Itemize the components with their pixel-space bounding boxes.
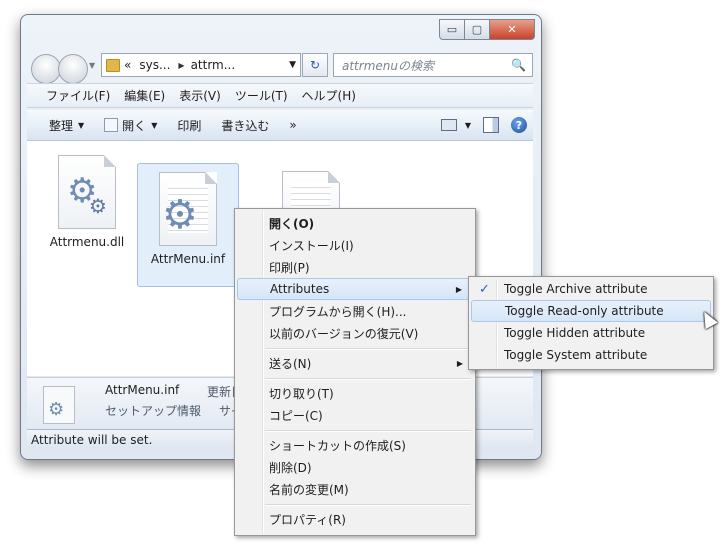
menu-tools[interactable]: ツール(T) bbox=[228, 87, 295, 104]
command-bar: 整理 ▼ 開く ▼ 印刷 書き込む » ▼ ? bbox=[27, 110, 533, 141]
menu-item-send-to[interactable]: 送る(N) ▶ bbox=[237, 352, 473, 374]
gear-icon: ⚙ bbox=[89, 194, 107, 218]
refresh-icon: ↻ bbox=[309, 58, 321, 72]
address-bar[interactable]: « sys... ▶ attrm... ▼ bbox=[101, 53, 301, 77]
help-icon[interactable]: ? bbox=[511, 117, 527, 133]
menu-item-delete[interactable]: 削除(D) bbox=[237, 456, 473, 478]
details-file-name: AttrMenu.inf bbox=[105, 383, 180, 397]
menu-item-attributes[interactable]: Attributes ▶ bbox=[237, 278, 473, 300]
file-name: AttrMenu.inf bbox=[150, 252, 226, 266]
details-file-type: セットアップ情報 bbox=[105, 404, 202, 418]
submenu-arrow-icon: ▶ bbox=[456, 358, 463, 368]
burn-label: 書き込む bbox=[221, 118, 270, 133]
chevron-down-icon: ▼ bbox=[151, 120, 158, 130]
menu-help[interactable]: ヘルプ(H) bbox=[295, 87, 363, 104]
more-label: » bbox=[289, 118, 297, 132]
chevron-down-icon: ▼ bbox=[78, 120, 85, 130]
views-icon[interactable] bbox=[440, 119, 457, 131]
file-name: Attrmenu.dll bbox=[49, 235, 125, 249]
open-label: 開く bbox=[122, 118, 147, 133]
details-file-icon: ⚙ bbox=[43, 386, 75, 424]
menu-item-cut[interactable]: 切り取り(T) bbox=[237, 382, 473, 404]
recent-pages-dropdown[interactable]: ▼ bbox=[89, 61, 95, 70]
menu-item-install[interactable]: インストール(I) bbox=[237, 234, 473, 256]
menu-separator bbox=[265, 504, 471, 506]
toggle-archive-item[interactable]: ✓ Toggle Archive attribute bbox=[471, 278, 711, 300]
menu-file[interactable]: ファイル(F) bbox=[39, 87, 117, 104]
submenu-arrow-icon: ▶ bbox=[455, 284, 462, 294]
context-menu: 開く(O) インストール(I) 印刷(P) Attributes ▶ プログラムか… bbox=[234, 208, 476, 536]
file-item-attrmenu-inf[interactable]: ⚙ AttrMenu.inf bbox=[137, 163, 239, 287]
breadcrumb-attrmenu[interactable]: attrm... bbox=[191, 58, 236, 72]
menu-item-rename[interactable]: 名前の変更(M) bbox=[237, 478, 473, 500]
file-item-attrmenu-dll[interactable]: ⚙ ⚙ Attrmenu.dll bbox=[37, 147, 137, 275]
menu-separator bbox=[265, 348, 471, 350]
maximize-button[interactable]: ▢ bbox=[464, 19, 489, 40]
gear-icon: ⚙ bbox=[162, 192, 198, 238]
menu-separator bbox=[265, 378, 471, 380]
status-text: Attribute will be set. bbox=[31, 432, 153, 447]
breadcrumb-separator-icon[interactable]: ▶ bbox=[178, 61, 184, 70]
menu-item-copy[interactable]: コピー(C) bbox=[237, 404, 473, 426]
forward-button[interactable] bbox=[58, 54, 88, 84]
organize-label: 整理 bbox=[49, 118, 74, 133]
menu-item-restore-versions[interactable]: 以前のバージョンの復元(V) bbox=[237, 322, 473, 344]
menu-item-print[interactable]: 印刷(P) bbox=[237, 256, 473, 278]
burn-button[interactable]: 書き込む bbox=[211, 117, 279, 134]
open-icon bbox=[104, 118, 119, 132]
search-box[interactable]: attrmenuの検索 🔍 bbox=[333, 53, 533, 77]
toggle-hidden-item[interactable]: Toggle Hidden attribute bbox=[471, 322, 711, 344]
open-button[interactable]: 開く ▼ bbox=[94, 117, 167, 134]
menu-edit[interactable]: 編集(E) bbox=[117, 87, 172, 104]
menu-item-create-shortcut[interactable]: ショートカットの作成(S) bbox=[237, 434, 473, 456]
organize-button[interactable]: 整理 ▼ bbox=[39, 117, 94, 134]
breadcrumb-system[interactable]: sys... bbox=[139, 58, 170, 72]
menu-view[interactable]: 表示(V) bbox=[172, 87, 228, 104]
gear-icon: ⚙ bbox=[48, 399, 65, 420]
minimize-button[interactable]: ▭ bbox=[439, 19, 464, 40]
refresh-button[interactable]: ↻ bbox=[302, 53, 328, 77]
window-controls: ▭ ▢ ✕ bbox=[439, 19, 535, 40]
views-dropdown-icon[interactable]: ▼ bbox=[465, 121, 471, 130]
toggle-readonly-item[interactable]: Toggle Read-only attribute bbox=[471, 300, 711, 322]
inf-file-icon: ⚙ bbox=[159, 172, 217, 246]
close-button[interactable]: ✕ bbox=[489, 19, 535, 40]
menu-item-open[interactable]: 開く(O) bbox=[237, 212, 473, 234]
menu-item-properties[interactable]: プロパティ(R) bbox=[237, 508, 473, 530]
address-dropdown-icon[interactable]: ▼ bbox=[289, 60, 296, 70]
dll-file-icon: ⚙ ⚙ bbox=[58, 155, 116, 229]
attributes-submenu: ✓ Toggle Archive attribute Toggle Read-o… bbox=[468, 276, 714, 370]
check-icon: ✓ bbox=[479, 281, 490, 297]
print-button[interactable]: 印刷 bbox=[167, 117, 211, 134]
preview-pane-icon[interactable] bbox=[483, 117, 499, 133]
menu-item-open-with[interactable]: プログラムから開く(H)... bbox=[237, 300, 473, 322]
menu-bar: ファイル(F) 編集(E) 表示(V) ツール(T) ヘルプ(H) bbox=[27, 83, 533, 108]
more-commands-button[interactable]: » bbox=[279, 118, 306, 132]
menu-separator bbox=[265, 430, 471, 432]
search-input[interactable]: attrmenuの検索 bbox=[342, 57, 434, 74]
back-button[interactable] bbox=[31, 54, 61, 84]
address-overflow[interactable]: « bbox=[124, 58, 131, 72]
search-icon[interactable]: 🔍 bbox=[511, 58, 526, 72]
folder-icon bbox=[106, 58, 120, 72]
print-label: 印刷 bbox=[177, 118, 202, 133]
toggle-system-item[interactable]: Toggle System attribute bbox=[471, 344, 711, 366]
